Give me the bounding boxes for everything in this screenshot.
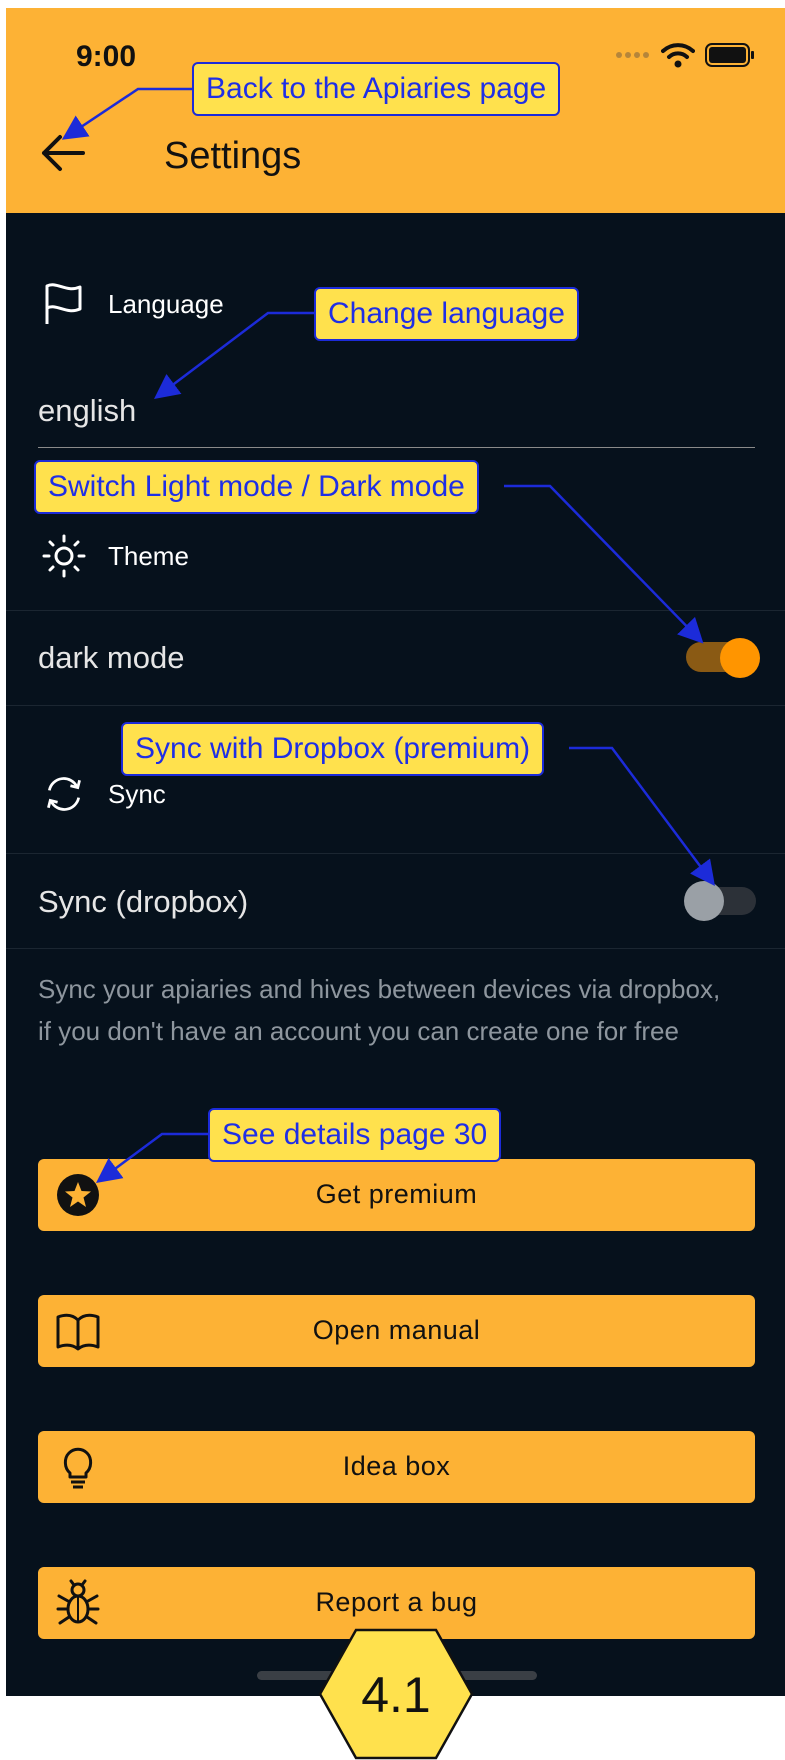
get-premium-label: Get premium [315,1179,478,1209]
dark-mode-label: dark mode [38,640,185,675]
phone-screen: 9:00 Settings Language english Theme dar… [6,8,785,1696]
language-select[interactable]: english [38,393,136,429]
divider [6,610,785,611]
sync-description: Sync your apiaries and hives between dev… [38,974,721,1046]
page-title: Settings [164,135,302,177]
annotation-theme: Switch Light mode / Dark mode [34,460,479,514]
divider [6,705,785,706]
annotation-premium: See details page 30 [208,1108,502,1162]
sync-section-header: Sync [42,772,166,816]
sync-header-label: Sync [108,778,166,809]
status-time: 9:00 [76,40,137,73]
section-badge: 4.1 [318,1628,474,1760]
divider [6,948,785,949]
open-manual-button[interactable]: Open manual [38,1295,755,1367]
sun-icon [42,534,86,578]
wifi-icon [661,43,695,68]
toggle-thumb [684,881,724,921]
status-icons [615,42,755,68]
language-header-label: Language [108,288,224,319]
open-manual-label: Open manual [312,1315,481,1345]
back-button[interactable] [38,128,88,178]
badge-label: 4.1 [361,1667,431,1723]
annotation-back: Back to the Apiaries page [192,62,561,116]
language-section-header: Language [42,282,224,326]
dark-mode-toggle[interactable] [682,636,762,680]
idea-box-label: Idea box [342,1451,451,1481]
annotation-language: Change language [314,287,579,341]
sync-dropbox-toggle[interactable] [682,879,762,923]
annotation-sync: Sync with Dropbox (premium) [121,722,545,776]
get-premium-button[interactable]: Get premium [38,1159,755,1231]
toggle-thumb [720,638,760,678]
sync-dropbox-label: Sync (dropbox) [38,884,249,919]
divider [6,853,785,854]
idea-box-button[interactable]: Idea box [38,1431,755,1503]
flag-icon [42,282,86,326]
language-underline [38,447,755,448]
theme-header-label: Theme [108,540,189,571]
cellular-signal-icon [616,52,649,58]
battery-icon [705,43,754,67]
sync-icon [42,772,86,816]
report-bug-label: Report a bug [315,1587,478,1617]
theme-section-header: Theme [42,534,189,578]
arrow-left-icon [42,135,85,171]
